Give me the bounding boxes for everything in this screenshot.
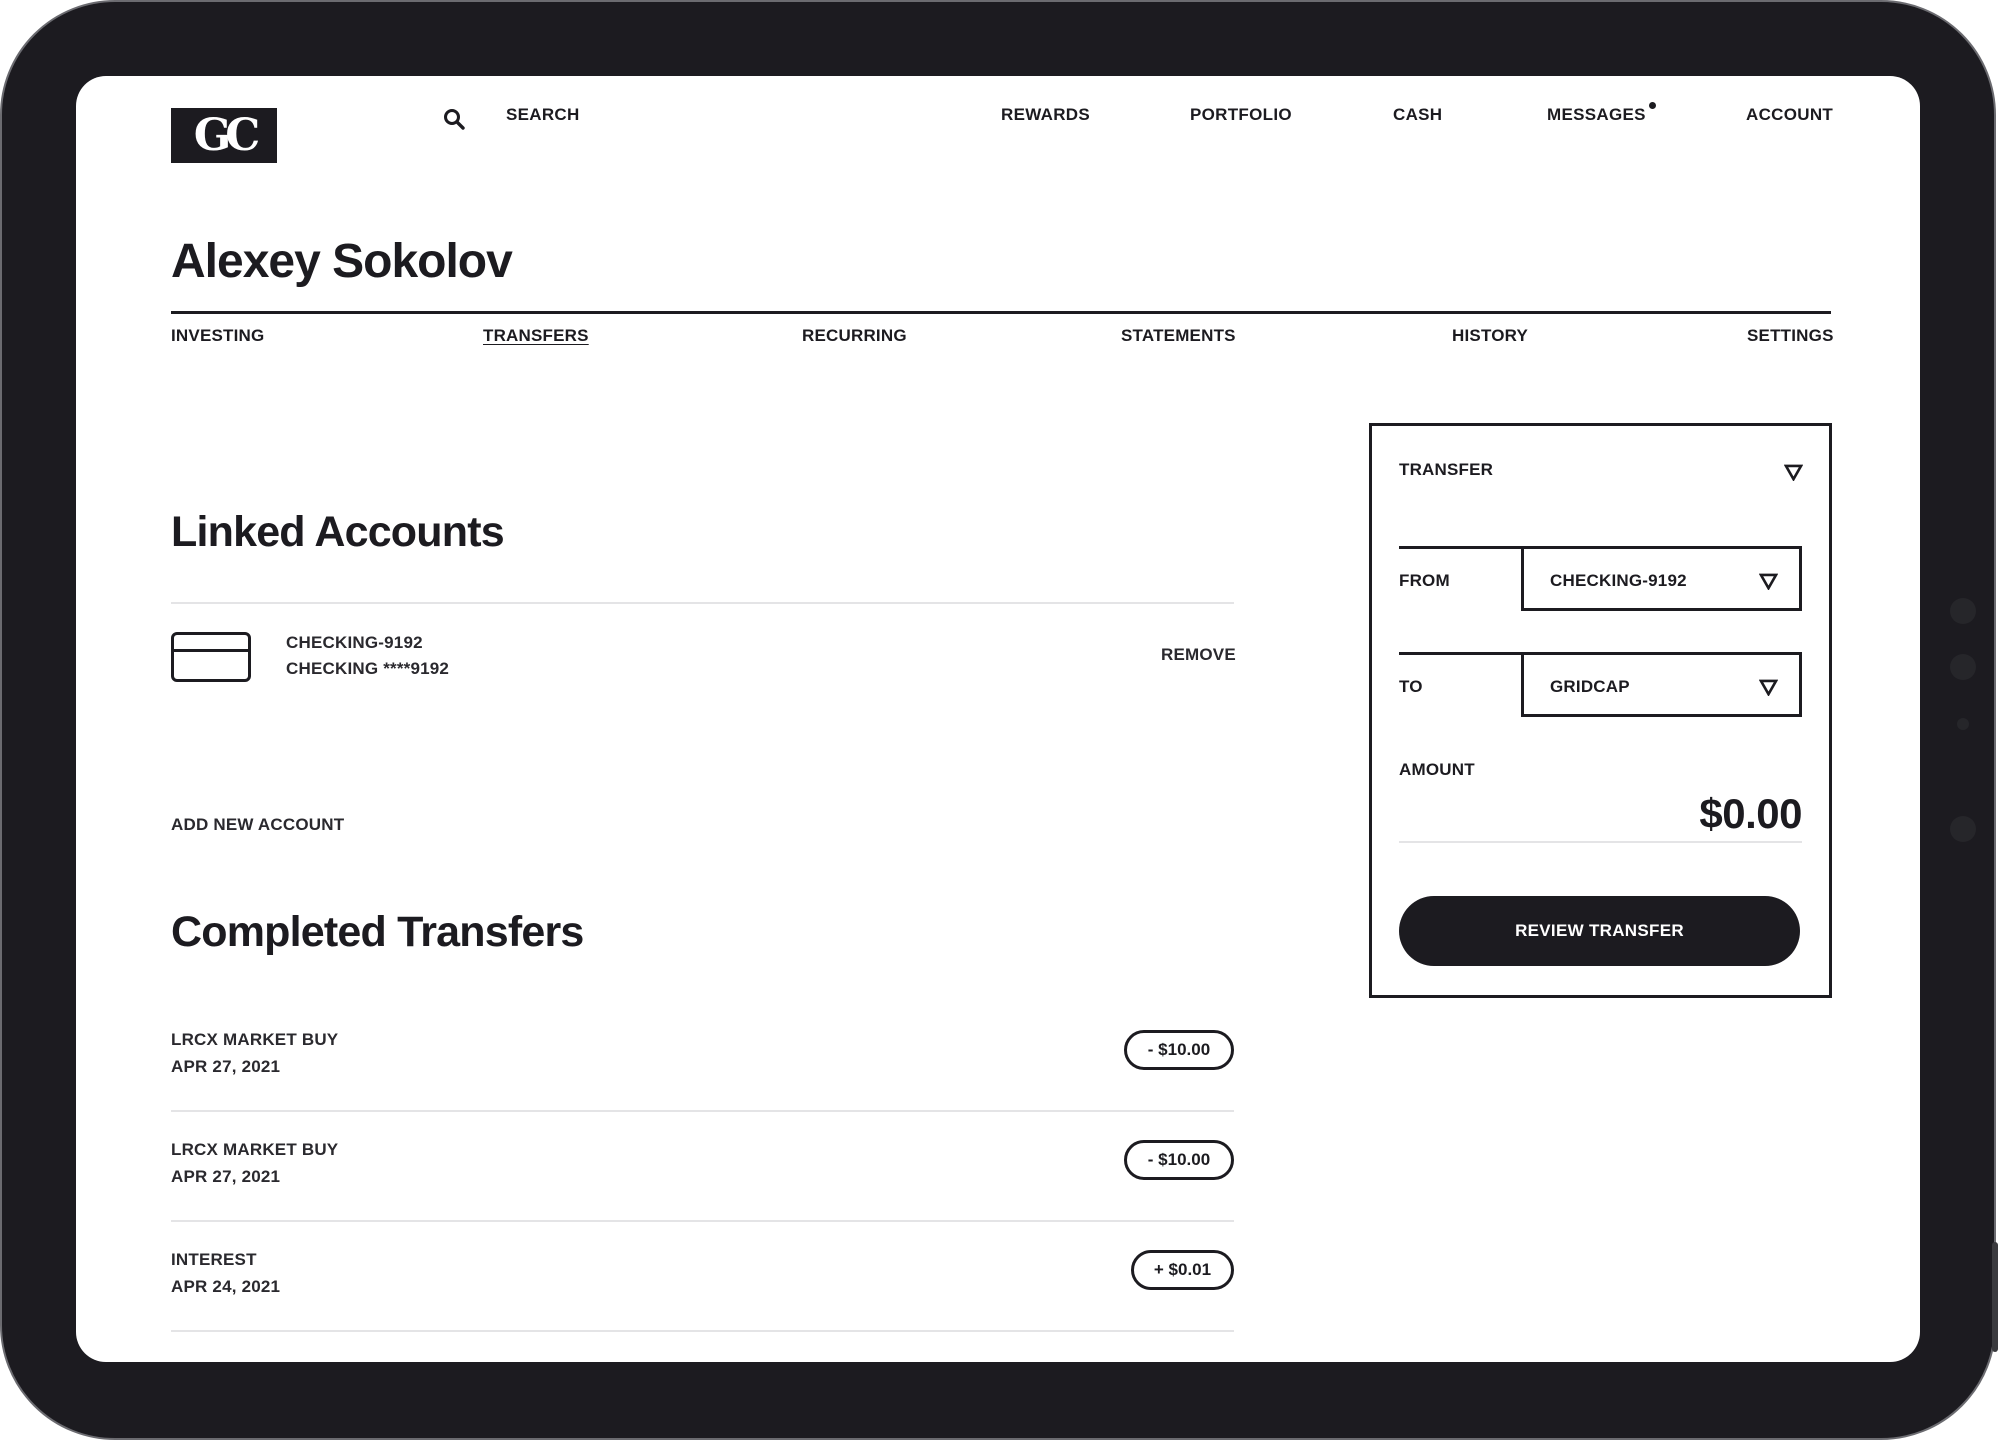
transfer-panel: TRANSFER FROM CHECKING-9192 TO GRIDCAP A… bbox=[1369, 423, 1832, 998]
chevron-down-icon bbox=[1759, 679, 1778, 696]
nav-messages[interactable]: MESSAGES bbox=[1547, 105, 1646, 125]
camera-dot bbox=[1950, 654, 1976, 680]
side-button bbox=[1992, 1242, 1998, 1352]
add-new-account-button[interactable]: ADD NEW ACCOUNT bbox=[171, 815, 344, 835]
transfer-label: LRCX MARKET BUY bbox=[171, 1140, 339, 1159]
from-select-value: CHECKING-9192 bbox=[1550, 571, 1687, 590]
row-divider bbox=[171, 1110, 1234, 1112]
transfer-type-label[interactable]: TRANSFER bbox=[1399, 460, 1493, 480]
transfer-date: APR 27, 2021 bbox=[171, 1167, 281, 1186]
to-select[interactable]: GRIDCAP bbox=[1521, 652, 1802, 717]
search-icon[interactable] bbox=[443, 108, 465, 130]
tab-history[interactable]: HISTORY bbox=[1452, 326, 1528, 346]
chevron-down-icon[interactable] bbox=[1784, 464, 1803, 481]
row-divider bbox=[171, 1220, 1234, 1222]
tab-settings[interactable]: SETTINGS bbox=[1747, 326, 1834, 346]
tab-statements[interactable]: STATEMENTS bbox=[1121, 326, 1236, 346]
camera-dot bbox=[1950, 816, 1976, 842]
from-select[interactable]: CHECKING-9192 bbox=[1521, 546, 1802, 611]
from-label: FROM bbox=[1399, 571, 1450, 590]
linked-accounts-divider bbox=[171, 602, 1234, 604]
search-link[interactable]: SEARCH bbox=[506, 105, 580, 125]
amount-underline bbox=[1399, 841, 1802, 843]
transfer-date: APR 24, 2021 bbox=[171, 1277, 281, 1296]
nav-portfolio[interactable]: PORTFOLIO bbox=[1190, 105, 1292, 125]
transfer-date: APR 27, 2021 bbox=[171, 1057, 281, 1076]
remove-account-button[interactable]: REMOVE bbox=[1161, 645, 1236, 665]
from-row-line bbox=[1399, 546, 1524, 549]
camera-dot bbox=[1957, 718, 1969, 730]
amount-label: AMOUNT bbox=[1399, 760, 1475, 779]
completed-transfers-title: Completed Transfers bbox=[171, 908, 584, 956]
transfer-label: INTEREST bbox=[171, 1250, 257, 1269]
account-name: CHECKING-9192 bbox=[286, 633, 423, 652]
camera-dot bbox=[1950, 598, 1976, 624]
page-title: Alexey Sokolov bbox=[171, 235, 513, 288]
transfer-label: LRCX MARKET BUY bbox=[171, 1030, 339, 1049]
title-divider bbox=[171, 311, 1831, 314]
transfer-amount-badge: - $10.00 bbox=[1124, 1030, 1234, 1070]
gc-logo[interactable]: GC bbox=[171, 108, 277, 163]
transfer-row: LRCX MARKET BUY APR 27, 2021 - $10.00 bbox=[171, 1140, 1234, 1250]
app-screen: GC SEARCH REWARDS PORTFOLIO CASH MESSAGE… bbox=[76, 76, 1920, 1362]
transfer-row: INTEREST APR 24, 2021 + $0.01 bbox=[171, 1250, 1234, 1360]
amount-input[interactable]: $0.00 bbox=[1699, 790, 1802, 838]
card-icon bbox=[171, 632, 251, 682]
linked-accounts-title: Linked Accounts bbox=[171, 508, 505, 556]
unread-dot-icon bbox=[1649, 102, 1656, 109]
tab-recurring[interactable]: RECURRING bbox=[802, 326, 907, 346]
transfer-amount-badge: - $10.00 bbox=[1124, 1140, 1234, 1180]
nav-cash[interactable]: CASH bbox=[1393, 105, 1442, 125]
transfer-row: LRCX MARKET BUY APR 27, 2021 - $10.00 bbox=[171, 1030, 1234, 1140]
row-divider bbox=[171, 1330, 1234, 1332]
to-select-value: GRIDCAP bbox=[1550, 677, 1630, 696]
nav-rewards[interactable]: REWARDS bbox=[1001, 105, 1090, 125]
tab-investing[interactable]: INVESTING bbox=[171, 326, 264, 346]
to-row-line bbox=[1399, 652, 1524, 655]
tab-transfers[interactable]: TRANSFERS bbox=[483, 326, 589, 346]
transfer-amount-badge: + $0.01 bbox=[1131, 1250, 1234, 1290]
account-detail: CHECKING ****9192 bbox=[286, 659, 450, 678]
chevron-down-icon bbox=[1759, 573, 1778, 590]
to-label: TO bbox=[1399, 677, 1423, 696]
review-transfer-button[interactable]: REVIEW TRANSFER bbox=[1399, 896, 1800, 966]
nav-account[interactable]: ACCOUNT bbox=[1746, 105, 1833, 125]
